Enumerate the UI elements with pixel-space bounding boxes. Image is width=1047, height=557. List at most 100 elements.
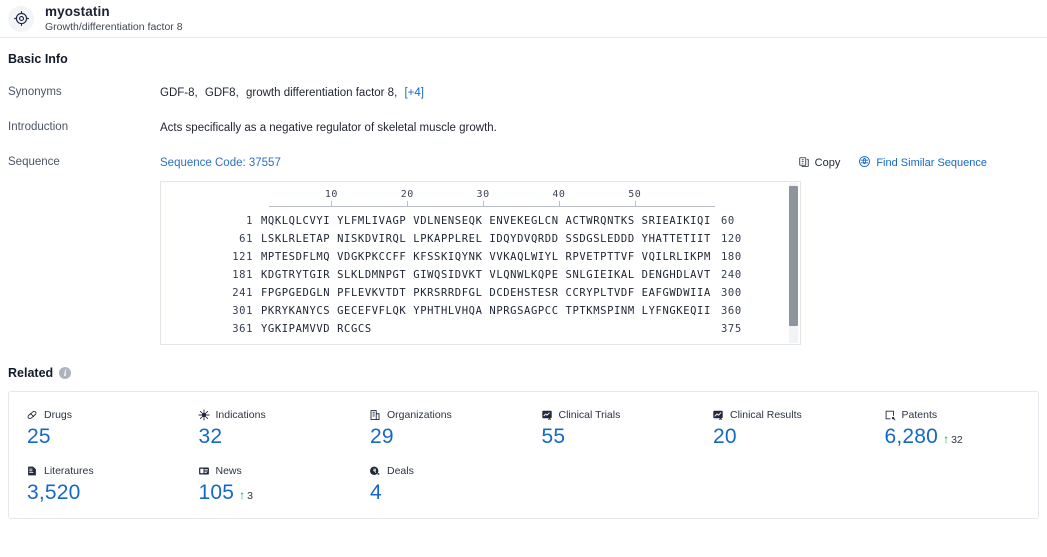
basic-info-heading: Basic Info xyxy=(8,52,68,66)
stat-delta-value: 3 xyxy=(247,490,253,503)
sequence-residues: YGKIPAMVVD RCGCS xyxy=(261,323,372,336)
sequence-residues: PKRYKANYCS GECEFVFLQK YPHTHLVHQA NPRGSAG… xyxy=(261,305,711,318)
sequence-end-index: 300 xyxy=(721,287,742,300)
related-stats-grid: Drugs 25 Indications 32 Organizations 29… xyxy=(9,408,1038,505)
sequence-residues: LSKLRLETAP NISKDVIRQL LPKAPPLREL IDQYDVQ… xyxy=(261,233,711,246)
sequence-ruler: 10 20 30 40 50 xyxy=(269,189,715,215)
synonym-item: GDF8, xyxy=(204,87,239,99)
stat-head: Organizations xyxy=(369,408,524,422)
ruler-number: 50 xyxy=(628,189,642,201)
stat-value-row: 105 ↑ 3 xyxy=(198,481,353,505)
deal-icon xyxy=(369,465,381,477)
sequence-line: 121 MPTESDFLMQ VDGKPKCCFF KFSSKIQYNK VVK… xyxy=(161,251,800,269)
stat-cell-deals[interactable]: Deals 4 xyxy=(352,464,524,505)
sequence-start-index: 181 xyxy=(232,269,253,282)
sequence-line: 181 KDGTRYTGIR SLKLDMNPGT GIWQSIDVKT VLQ… xyxy=(161,269,800,287)
stat-label: Patents xyxy=(901,409,938,422)
sequence-viewer[interactable]: 10 20 30 40 50 1 MQKLQLCVYI YLFMLIVAGP V xyxy=(160,181,801,346)
sequence-end-index: 240 xyxy=(721,269,742,282)
sequence-end-index: 360 xyxy=(721,305,742,318)
stat-value-row: 29 xyxy=(369,425,524,449)
stat-cell-organizations[interactable]: Organizations 29 xyxy=(352,408,524,449)
sequence-line: 301 PKRYKANYCS GECEFVFLQK YPHTHLVHQA NPR… xyxy=(161,305,800,323)
sequence-toolbar: Sequence Code: 37557 Copy Find Similar S… xyxy=(160,155,1039,171)
arrow-up-icon: ↑ xyxy=(239,488,246,503)
stat-label: Indications xyxy=(215,409,266,422)
copy-icon xyxy=(798,156,810,171)
sequence-scrollbar[interactable] xyxy=(789,183,798,344)
stat-value-row: 6,280 ↑ 32 xyxy=(884,425,1039,449)
stat-value: 29 xyxy=(370,425,394,449)
sequence-line: 1 MQKLQLCVYI YLFMLIVAGP VDLNENSEQK ENVEK… xyxy=(161,215,800,233)
sequence-line: 241 FPGPGEDGLN PFLEVKVTDT PKRSRRDFGL DCD… xyxy=(161,287,800,305)
info-icon[interactable]: i xyxy=(59,367,72,380)
related-heading: Related i xyxy=(8,366,1039,380)
stat-cell-patents[interactable]: Patents 6,280 ↑ 32 xyxy=(867,408,1039,449)
stat-head: Indications xyxy=(197,408,353,422)
sequence-start-index: 121 xyxy=(232,251,253,264)
stat-cell-news[interactable]: News 105 ↑ 3 xyxy=(181,464,353,505)
stat-delta-value: 32 xyxy=(951,434,963,447)
synonym-item: growth differentiation factor 8, xyxy=(245,87,398,99)
stat-cell-drugs[interactable]: Drugs 25 xyxy=(9,408,181,449)
stat-head: Clinical Results xyxy=(712,408,867,422)
synonyms-label: Synonyms xyxy=(8,86,62,98)
stat-value-row: 32 xyxy=(198,425,353,449)
sequence-block: Sequence Code: 37557 Copy Find Similar S… xyxy=(160,155,1039,346)
page-content: Basic Info Synonyms GDF-8, GDF8, growth … xyxy=(0,38,1047,520)
stat-cell-clinical-trials[interactable]: Clinical Trials 55 xyxy=(524,408,696,449)
sequence-end-index: 60 xyxy=(721,215,735,228)
sequence-scrollbar-thumb[interactable] xyxy=(789,186,798,327)
stat-value-row: 25 xyxy=(26,425,181,449)
ruler-number: 20 xyxy=(400,189,414,201)
stat-value: 32 xyxy=(198,425,223,449)
stat-label: Clinical Trials xyxy=(558,409,621,422)
virus-icon xyxy=(197,409,210,421)
synonym-item: GDF-8, xyxy=(160,87,198,99)
sequence-end-index: 375 xyxy=(721,323,742,336)
copy-label: Copy xyxy=(814,157,841,170)
stat-label: Drugs xyxy=(44,409,73,422)
sequence-start-index: 241 xyxy=(232,287,253,300)
page-subtitle: Growth/differentiation factor 8 xyxy=(45,20,183,33)
stat-cell-clinical-results[interactable]: Clinical Results 20 xyxy=(695,408,867,449)
sequence-label: Sequence xyxy=(8,156,60,169)
ruler-tick xyxy=(407,201,409,207)
stat-value: 20 xyxy=(713,425,737,449)
related-heading-label: Related xyxy=(8,366,54,381)
stat-label: Deals xyxy=(387,465,414,478)
stat-value: 55 xyxy=(541,425,566,449)
target-icon xyxy=(8,5,34,32)
related-section: Related i Drugs 25 Indications 32 Organi… xyxy=(8,366,1039,520)
stat-label: Clinical Results xyxy=(730,409,802,422)
sequence-row: Sequence Sequence Code: 37557 Copy Find … xyxy=(8,155,1039,346)
find-similar-sequence-button[interactable]: Find Similar Sequence xyxy=(858,155,987,171)
stat-head: Drugs xyxy=(26,408,181,422)
sequence-code-link[interactable]: Sequence Code: 37557 xyxy=(160,157,281,169)
clinical-trial-icon xyxy=(541,409,553,421)
ruler-tick xyxy=(483,201,485,207)
stat-cell-literatures[interactable]: Literatures 3,520 xyxy=(9,464,181,505)
sequence-residues: FPGPGEDGLN PFLEVKVTDT PKRSRRDFGL DCDEHST… xyxy=(261,287,711,300)
clinical-result-icon xyxy=(712,409,724,421)
stat-label: Literatures xyxy=(44,465,94,478)
page-header: myostatin Growth/differentiation factor … xyxy=(0,0,1047,38)
sequence-actions: Copy Find Similar Sequence xyxy=(798,155,1039,171)
book-icon xyxy=(26,465,38,477)
stat-value: 3,520 xyxy=(27,481,81,505)
introduction-label: Introduction xyxy=(8,121,69,134)
copy-button[interactable]: Copy xyxy=(798,156,841,171)
entity-titles: myostatin Growth/differentiation factor … xyxy=(45,4,183,33)
ruler-number: 10 xyxy=(324,189,338,201)
sequence-residues: KDGTRYTGIR SLKLDMNPGT GIWQSIDVKT VLQNWLK… xyxy=(261,269,711,282)
news-icon xyxy=(198,465,210,477)
ruler-number: 30 xyxy=(476,189,490,201)
sequence-end-index: 120 xyxy=(721,233,742,246)
find-similar-label: Find Similar Sequence xyxy=(876,157,987,170)
sequence-start-index: 1 xyxy=(246,215,253,228)
stat-cell-indications[interactable]: Indications 32 xyxy=(181,408,353,449)
sequence-start-index: 361 xyxy=(232,323,253,336)
stat-head: News xyxy=(198,464,353,478)
stat-label: News xyxy=(215,465,242,478)
synonyms-more-link[interactable]: [+4] xyxy=(404,87,424,99)
